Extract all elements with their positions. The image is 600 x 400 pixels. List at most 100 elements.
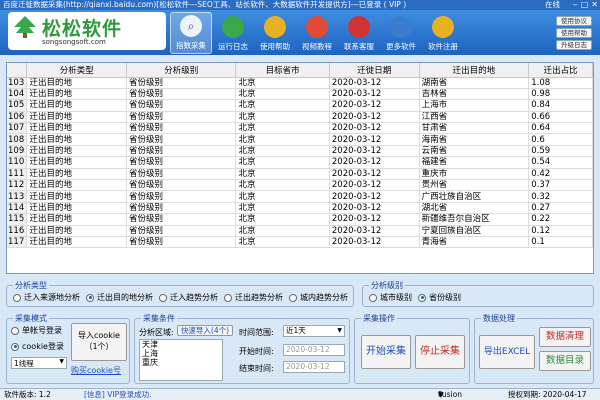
help-icon (264, 16, 286, 38)
table-row[interactable]: 111 迁出目的地 省份级别 北京 2020-03-12 重庆市 0.42 (7, 168, 593, 181)
export-excel-button[interactable]: 导出EXCEL (479, 335, 535, 369)
table-cell: 0.1 (528, 236, 593, 249)
toolbar-button[interactable]: 使用帮助 (254, 12, 296, 54)
table-cell: 福建省 (419, 156, 530, 169)
table-cell: 省份级别 (126, 202, 237, 215)
start-collect-button[interactable]: 开始采集 (361, 335, 411, 369)
collect-conditions-title: 采集条件 (141, 313, 177, 324)
table-row[interactable]: 112 迁出目的地 省份级别 北京 2020-03-12 贵州省 0.37 (7, 179, 593, 192)
table-row[interactable]: 109 迁出目的地 省份级别 北京 2020-03-12 云南省 0.59 (7, 145, 593, 158)
table-cell: 省份级别 (126, 179, 237, 192)
table-row[interactable]: 106 迁出目的地 省份级别 北京 2020-03-12 江西省 0.66 (7, 111, 593, 124)
table-cell: 省份级别 (126, 145, 237, 158)
table-cell: 0.42 (528, 168, 593, 181)
column-header[interactable]: 分析级别 (126, 63, 237, 78)
side-button[interactable]: 使用帮助 (556, 28, 592, 38)
analysis-type-radio[interactable]: 迁出目的地分析 (86, 292, 153, 303)
region-item[interactable]: 重庆 (142, 358, 222, 367)
theme-select[interactable]: Fusion ▼ (438, 389, 462, 400)
toolbar-button[interactable]: 更多软件 (380, 12, 422, 54)
end-time-field[interactable]: 2020-03-12 (283, 361, 345, 373)
table-row[interactable]: 105 迁出目的地 省份级别 北京 2020-03-12 上海市 0.84 (7, 99, 593, 112)
region-item[interactable]: 天津 (142, 340, 222, 349)
thread-select[interactable]: 1线程 ▼ (11, 357, 67, 369)
table-cell: 海南省 (419, 133, 530, 146)
buy-cookie-link[interactable]: 购买cookie号 (71, 365, 121, 376)
toolbar-button[interactable]: 联系客服 (338, 12, 380, 54)
column-header[interactable]: 分析类型 (26, 63, 128, 78)
data-dir-button[interactable]: 数据目录 (539, 351, 591, 371)
register-icon (432, 16, 454, 38)
table-row[interactable]: 113 迁出目的地 省份级别 北京 2020-03-12 广西壮族自治区 0.32 (7, 190, 593, 203)
minimize-icon[interactable]: ‒ (573, 0, 578, 10)
stop-collect-button[interactable]: 停止采集 (415, 335, 465, 369)
expiry-text: 授权到期: 2020-04-17 (508, 390, 587, 399)
analysis-type-radio[interactable]: 迁入来源地分析 (13, 292, 80, 303)
table-row[interactable]: 104 迁出目的地 省份级别 北京 2020-03-12 吉林省 0.98 (7, 88, 593, 101)
toolbar-button[interactable]: 运行日志 (212, 12, 254, 54)
time-range-select[interactable]: 近1天 ▼ (283, 325, 345, 337)
table-row[interactable]: 117 迁出目的地 省份级别 北京 2020-03-12 青海省 0.1 (7, 236, 593, 249)
table-row[interactable]: 116 迁出目的地 省份级别 北京 2020-03-12 宁夏回族自治区 0.12 (7, 225, 593, 237)
analysis-level-radio[interactable]: 省份级别 (418, 292, 461, 303)
row-number: 116 (7, 225, 28, 237)
toolbar-button[interactable]: 软件注册 (422, 12, 464, 54)
title-bar: 百度迁徙数据采集(http://qianxi.baidu.com)[松松软件--… (0, 0, 600, 10)
table-cell: 0.64 (528, 122, 593, 135)
table-row[interactable]: 103 迁出目的地 省份级别 北京 2020-03-12 湖南省 1.08 (7, 77, 593, 89)
table-row[interactable]: 114 迁出目的地 省份级别 北京 2020-03-12 湖北省 0.27 (7, 202, 593, 215)
table-cell: 北京 (235, 99, 330, 112)
table-cell: 重庆市 (419, 168, 530, 181)
column-header[interactable]: 迁出占比 (528, 63, 593, 78)
table-cell: 江西省 (419, 111, 530, 124)
row-number: 111 (7, 168, 28, 181)
column-header[interactable]: 迁出目的地 (419, 63, 530, 78)
table-row[interactable]: 110 迁出目的地 省份级别 北京 2020-03-12 福建省 0.54 (7, 156, 593, 169)
quick-import-button[interactable]: 快速导入(4个) (177, 325, 233, 336)
analysis-type-radio[interactable]: 迁出趋势分析 (224, 292, 283, 303)
table-cell: 2020-03-12 (329, 190, 420, 203)
toolbar-button[interactable]: 视频教程 (296, 12, 338, 54)
table-cell: 2020-03-12 (329, 122, 420, 135)
table-cell: 青海省 (419, 236, 530, 249)
side-button[interactable]: 升级日志 (556, 40, 592, 50)
region-item[interactable]: 上海 (142, 349, 222, 358)
data-table[interactable]: 分析类型 分析级别 目标省市 迁徙日期 迁出目的地 迁出占比 103 迁出目的地 省份级别 北京… (6, 62, 594, 274)
table-cell: 北京 (235, 179, 330, 192)
import-cookie-button[interactable]: 导入cookie （1个） (71, 323, 127, 361)
status-bar: 软件版本: 1.2 [信息] VIP登录成功. Fusion ▼ 授权到期: 2… (0, 388, 600, 400)
analysis-type-radio[interactable]: 城内趋势分析 (289, 292, 348, 303)
table-cell: 湖南省 (419, 77, 530, 89)
table-cell: 上海市 (419, 99, 530, 112)
table-cell: 北京 (235, 168, 330, 181)
column-header[interactable] (7, 63, 28, 78)
toolbar-button-label: 指数采集 (176, 41, 206, 50)
data-clean-button[interactable]: 数据清理 (539, 327, 591, 347)
start-time-field[interactable]: 2020-03-12 (283, 344, 345, 356)
region-list[interactable]: 天津 上海 重庆 (139, 339, 223, 381)
column-header[interactable]: 目标省市 (235, 63, 330, 78)
toolbar-button[interactable]: ⌕ 指数采集 (170, 12, 212, 54)
table-cell: 北京 (235, 77, 330, 89)
chevron-down-icon: ▼ (337, 327, 342, 334)
maximize-icon[interactable]: □ (581, 0, 589, 10)
table-row[interactable]: 115 迁出目的地 省份级别 北京 2020-03-12 新疆维吾尔自治区 0.22 (7, 213, 593, 226)
table-cell: 迁出目的地 (26, 179, 128, 192)
column-header[interactable]: 迁徙日期 (329, 63, 420, 78)
table-row[interactable]: 107 迁出目的地 省份级别 北京 2020-03-12 甘肃省 0.64 (7, 122, 593, 135)
table-row[interactable]: 108 迁出目的地 省份级别 北京 2020-03-12 海南省 0.6 (7, 133, 593, 146)
radio-single-account[interactable]: 单帐号登录 (11, 325, 62, 336)
analysis-level-radio[interactable]: 城市级别 (369, 292, 412, 303)
table-cell: 0.22 (528, 213, 593, 226)
toolbar-button-label: 软件注册 (428, 42, 458, 51)
radio-cookie-login[interactable]: cookie登录 (11, 341, 64, 352)
row-number: 107 (7, 122, 28, 135)
table-cell: 2020-03-12 (329, 99, 420, 112)
window-title: 百度迁徙数据采集(http://qianxi.baidu.com)[松松软件--… (3, 0, 407, 9)
more-icon (390, 16, 412, 38)
side-buttons: 使用协议使用帮助升级日志 (556, 16, 592, 50)
side-button[interactable]: 使用协议 (556, 16, 592, 26)
close-icon[interactable]: ✕ (591, 0, 598, 10)
analysis-type-radio[interactable]: 迁入趋势分析 (159, 292, 218, 303)
table-cell: 迁出目的地 (26, 225, 128, 237)
